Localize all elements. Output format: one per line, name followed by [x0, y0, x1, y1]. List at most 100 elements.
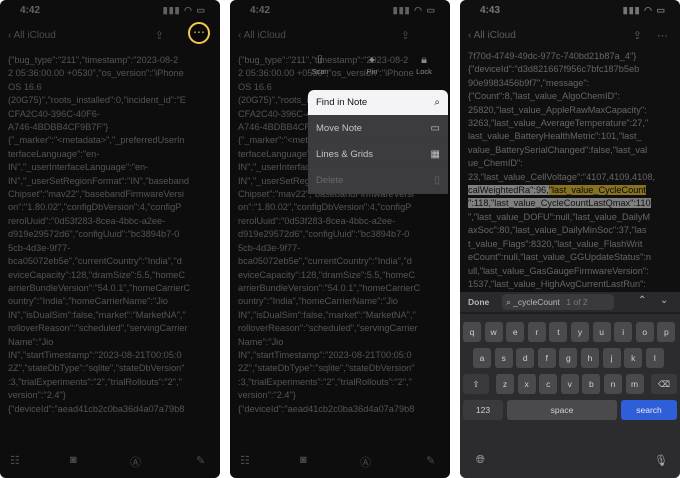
- chevron-down-icon[interactable]: ⌄: [660, 295, 668, 306]
- microphone-icon[interactable]: 🎙︎: [654, 454, 668, 467]
- keyboard-row-3: ⇧ ⌫ zxcvbnm: [460, 374, 680, 394]
- note-line: {"_marker":"<metadata>","_preferredUserI…: [8, 135, 185, 146]
- find-bar: Done ⌕ _cycleCount 1 of 2 ⌃ ⌄: [460, 292, 680, 312]
- done-button[interactable]: Done: [468, 297, 489, 307]
- note-line: on":"1.80.02","configDbVersion":4,"confi…: [8, 202, 182, 213]
- key[interactable]: s: [494, 348, 513, 368]
- nav-bar: ‹ All iCloud ⇪ ⋯: [460, 24, 680, 48]
- keyboard-bottom: 🌐︎ 🎙︎: [460, 454, 680, 470]
- key[interactable]: q: [463, 322, 481, 342]
- shift-icon: ⇧: [472, 379, 480, 389]
- menu-item-delete[interactable]: Delete ▯: [308, 168, 448, 194]
- note-line: arrierBundleVersion":"54.0.1","homeCarri…: [8, 282, 191, 293]
- key[interactable]: j: [602, 348, 621, 368]
- search-key[interactable]: search: [621, 400, 677, 420]
- chevron-up-icon[interactable]: ⌃: [638, 295, 646, 306]
- note-line: version":"2.4"}: [8, 390, 66, 401]
- back-button[interactable]: ‹ All iCloud: [8, 30, 56, 41]
- key[interactable]: l: [645, 348, 664, 368]
- note-line: ","last_value_DOFU":null,"last_value_Dai…: [468, 211, 651, 222]
- key[interactable]: n: [604, 374, 622, 394]
- note-line: {"deviceId":"aead41cb2c0ba36d4a07a79b8: [238, 403, 415, 414]
- camera-icon[interactable]: ◙: [300, 454, 307, 466]
- checklist-icon[interactable]: ☷: [10, 454, 20, 467]
- selected-line: ":118,"last_value_CycleCountLastQmax":11…: [468, 198, 651, 209]
- nav-bar: ‹ All iCloud ⇪: [230, 24, 450, 48]
- screenshot-find-result: 4:43 ▮▮▮ ◠ ▭ ‹ All iCloud ⇪ ⋯ 7f70d-4749…: [460, 0, 680, 478]
- note-line: version":"2.4"}: [238, 390, 296, 401]
- key[interactable]: x: [517, 374, 536, 394]
- key[interactable]: b: [582, 374, 601, 394]
- share-icon[interactable]: ⇪: [401, 29, 410, 42]
- note-body[interactable]: 7f70d-4749-49dc-977c-740bd21b87a_4"} {"de…: [468, 50, 672, 291]
- back-label: All iCloud: [473, 30, 516, 41]
- space-key[interactable]: space: [507, 400, 617, 420]
- share-icon[interactable]: ⇪: [155, 29, 164, 42]
- key[interactable]: w: [484, 322, 503, 342]
- search-match-highlight: "last_value_CycleCount: [548, 185, 646, 196]
- key[interactable]: m: [625, 374, 644, 394]
- note-line: IN","isDualSim":false,"market":"MarketNA…: [238, 309, 416, 320]
- keyboard-row-4: 123 space search: [460, 400, 680, 420]
- key[interactable]: k: [624, 348, 643, 368]
- checklist-icon[interactable]: ☷: [240, 454, 250, 467]
- keyboard-row-1: qwertyuiop: [460, 322, 680, 342]
- key[interactable]: h: [581, 348, 599, 368]
- status-bar: 4:42 ▮▮▮ ◠ ▭: [0, 0, 220, 22]
- note-line: terfaceLanguage":"en-: [8, 148, 100, 159]
- key[interactable]: o: [635, 322, 654, 342]
- back-label: All iCloud: [13, 30, 56, 41]
- key[interactable]: c: [539, 374, 558, 394]
- note-line: d919e29572d6","configUuid":"bc3894b7-0: [8, 229, 180, 240]
- more-options-button[interactable]: ⋯: [188, 22, 210, 44]
- key[interactable]: i: [614, 322, 633, 342]
- lock-button[interactable]: 🔒︎ Lock: [404, 54, 444, 76]
- scan-icon: ⌷: [316, 54, 324, 66]
- note-line: OS 16.6: [8, 81, 42, 92]
- key[interactable]: e: [506, 322, 525, 342]
- key[interactable]: r: [527, 322, 546, 342]
- note-line: {"bug_type":"211","timestamp":"2023-08-2: [8, 55, 179, 65]
- key[interactable]: y: [571, 322, 589, 342]
- more-icon[interactable]: ⋯: [657, 29, 668, 42]
- key[interactable]: v: [560, 374, 579, 394]
- globe-icon[interactable]: 🌐︎: [476, 454, 485, 467]
- camera-icon[interactable]: ◙: [70, 454, 77, 466]
- compose-icon[interactable]: ✎: [196, 454, 205, 467]
- find-input[interactable]: ⌕ _cycleCount 1 of 2: [502, 294, 614, 310]
- search-icon: ⌕: [506, 297, 511, 307]
- note-line: ountry":"India","homeCarrierName":"Jio: [8, 296, 168, 307]
- menu-item-lines-grids[interactable]: Lines & Grids ▦: [308, 142, 448, 168]
- key[interactable]: d: [516, 348, 535, 368]
- key[interactable]: t: [549, 322, 568, 342]
- note-body[interactable]: {"bug_type":"211","timestamp":"2023-08-2…: [8, 54, 212, 416]
- screenshot-note-view: 4:42 ▮▮▮ ◠ ▭ ‹ All iCloud ⇪ ⋯ {"bug_type…: [0, 0, 220, 478]
- menu-item-find-in-note[interactable]: Find in Note ⌕: [308, 90, 448, 116]
- key[interactable]: u: [592, 322, 611, 342]
- note-line: eviceCapacity":128,"dramSize":5.5,"homeC: [238, 269, 415, 280]
- back-button[interactable]: ‹ All iCloud: [468, 30, 516, 41]
- shift-key[interactable]: ⇧: [463, 374, 489, 394]
- note-line: :3,"trialExperiments":"2","trialRollouts…: [8, 376, 182, 387]
- markup-icon[interactable]: Ⓐ: [130, 454, 141, 470]
- back-button[interactable]: ‹ All iCloud: [238, 30, 286, 41]
- note-line: :3,"trialExperiments":"2","trialRollouts…: [238, 376, 412, 387]
- note-line: 2 05:36:00.00 +0530","os_version":"iPhon…: [8, 68, 184, 79]
- ellipsis-icon: ⋯: [193, 25, 205, 39]
- markup-icon[interactable]: Ⓐ: [360, 454, 371, 470]
- key[interactable]: z: [496, 374, 514, 394]
- key[interactable]: g: [559, 348, 578, 368]
- compose-icon[interactable]: ✎: [426, 454, 435, 467]
- numbers-key[interactable]: 123: [463, 400, 503, 420]
- key[interactable]: a: [473, 348, 491, 368]
- key[interactable]: f: [537, 348, 556, 368]
- status-time: 4:42: [250, 5, 271, 16]
- backspace-key[interactable]: ⌫: [651, 374, 677, 394]
- menu-item-move-note[interactable]: Move Note ▭: [308, 116, 448, 142]
- share-icon[interactable]: ⇪: [633, 29, 642, 42]
- scan-button[interactable]: ⌷ Scan: [300, 54, 340, 76]
- note-line: IN","_userInterfaceLanguage":"en-: [8, 162, 149, 173]
- pin-button[interactable]: ✦ Pin: [352, 54, 392, 76]
- keyboard: qwertyuiop asdfghjkl ⇧ ⌫ zxcvbnm 123 spa…: [460, 314, 680, 478]
- key[interactable]: p: [657, 322, 676, 342]
